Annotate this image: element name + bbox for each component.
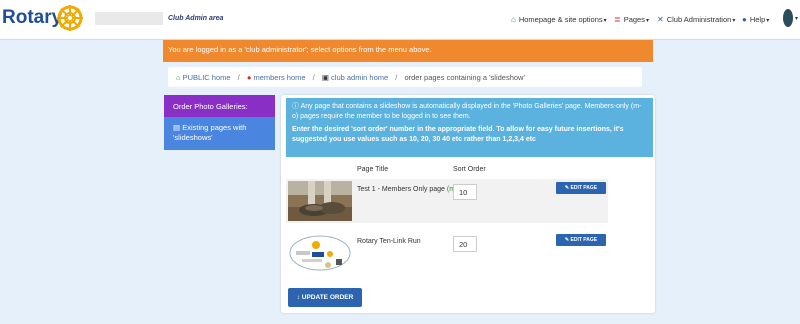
- page-thumbnail-image: [288, 233, 352, 273]
- login-status-banner: You are logged in as a 'club administrat…: [163, 40, 653, 62]
- sort-order-input[interactable]: 20: [453, 236, 477, 252]
- images-icon: ▤: [173, 123, 181, 132]
- edit-icon: ✎: [564, 185, 570, 191]
- wrench-icon: ✕: [657, 15, 664, 24]
- user-icon: ●: [246, 73, 252, 82]
- edit-page-button[interactable]: ✎ EDIT PAGE: [556, 182, 606, 194]
- rotary-logo-text[interactable]: Rotary: [2, 7, 62, 29]
- avatar[interactable]: [783, 9, 793, 27]
- nav-homepage-options[interactable]: ⌂ Homepage & site options▾: [511, 15, 607, 24]
- question-icon: ●: [742, 15, 747, 24]
- rotary-wheel-icon[interactable]: [56, 4, 84, 32]
- breadcrumb: ⌂ PUBLIC home / ● members home / ▣ club …: [168, 67, 642, 87]
- page-title-cell: Test 1 - Members Only page (m-o): [357, 186, 464, 193]
- sidebar-item-existing-pages[interactable]: ▤ Existing pages with 'slideshows': [164, 117, 275, 150]
- info-icon: ⓘ: [292, 103, 299, 110]
- sort-icon: ↕: [296, 294, 300, 301]
- info-panel: ⓘ Any page that contains a slideshow is …: [286, 98, 653, 157]
- breadcrumb-current: order pages containing a 'slideshow': [404, 73, 525, 82]
- sort-order-input[interactable]: 10: [453, 184, 477, 200]
- breadcrumb-separator: /: [237, 73, 240, 82]
- sidebar-heading: Order Photo Galleries:: [164, 95, 275, 117]
- column-header-sort: Sort Order: [453, 166, 486, 173]
- home-icon: ⌂: [511, 15, 516, 24]
- page-title-cell: Rotary Ten-Link Run: [357, 238, 421, 245]
- nav-club-administration[interactable]: ✕ Club Administration▾: [657, 15, 735, 24]
- area-label: Club Admin area: [168, 15, 224, 22]
- home-icon: ⌂: [176, 73, 181, 82]
- edit-icon: ✎: [564, 237, 570, 243]
- nav-help[interactable]: ● Help▾: [742, 15, 769, 24]
- breadcrumb-public-home[interactable]: ⌂ PUBLIC home: [176, 73, 231, 82]
- building-icon: ▣: [321, 73, 329, 82]
- breadcrumb-separator: /: [312, 73, 315, 82]
- page-thumbnail-image: [288, 181, 352, 221]
- table-row: Test 1 - Members Only page (m-o) 10 ✎ ED…: [286, 179, 608, 223]
- breadcrumb-separator: /: [395, 73, 398, 82]
- stack-icon: ≣: [614, 15, 621, 24]
- top-navbar: Rotary Club Admin area ⌂ Homepage & site …: [0, 0, 800, 40]
- breadcrumb-club-admin-home[interactable]: ▣ club admin home: [322, 73, 388, 82]
- nav-pages[interactable]: ≣ Pages▾: [614, 15, 649, 24]
- edit-page-button[interactable]: ✎ EDIT PAGE: [556, 234, 606, 246]
- club-name-placeholder: [95, 12, 163, 25]
- column-header-title: Page Title: [357, 166, 389, 173]
- table-row: Rotary Ten-Link Run 20 ✎ EDIT PAGE: [286, 231, 608, 275]
- update-order-button[interactable]: ↕ UPDATE ORDER: [288, 288, 362, 307]
- info-instruction: Enter the desired 'sort order' number in…: [292, 126, 624, 143]
- breadcrumb-members-home[interactable]: ● members home: [247, 73, 306, 82]
- chevron-down-icon[interactable]: ▾: [795, 15, 798, 22]
